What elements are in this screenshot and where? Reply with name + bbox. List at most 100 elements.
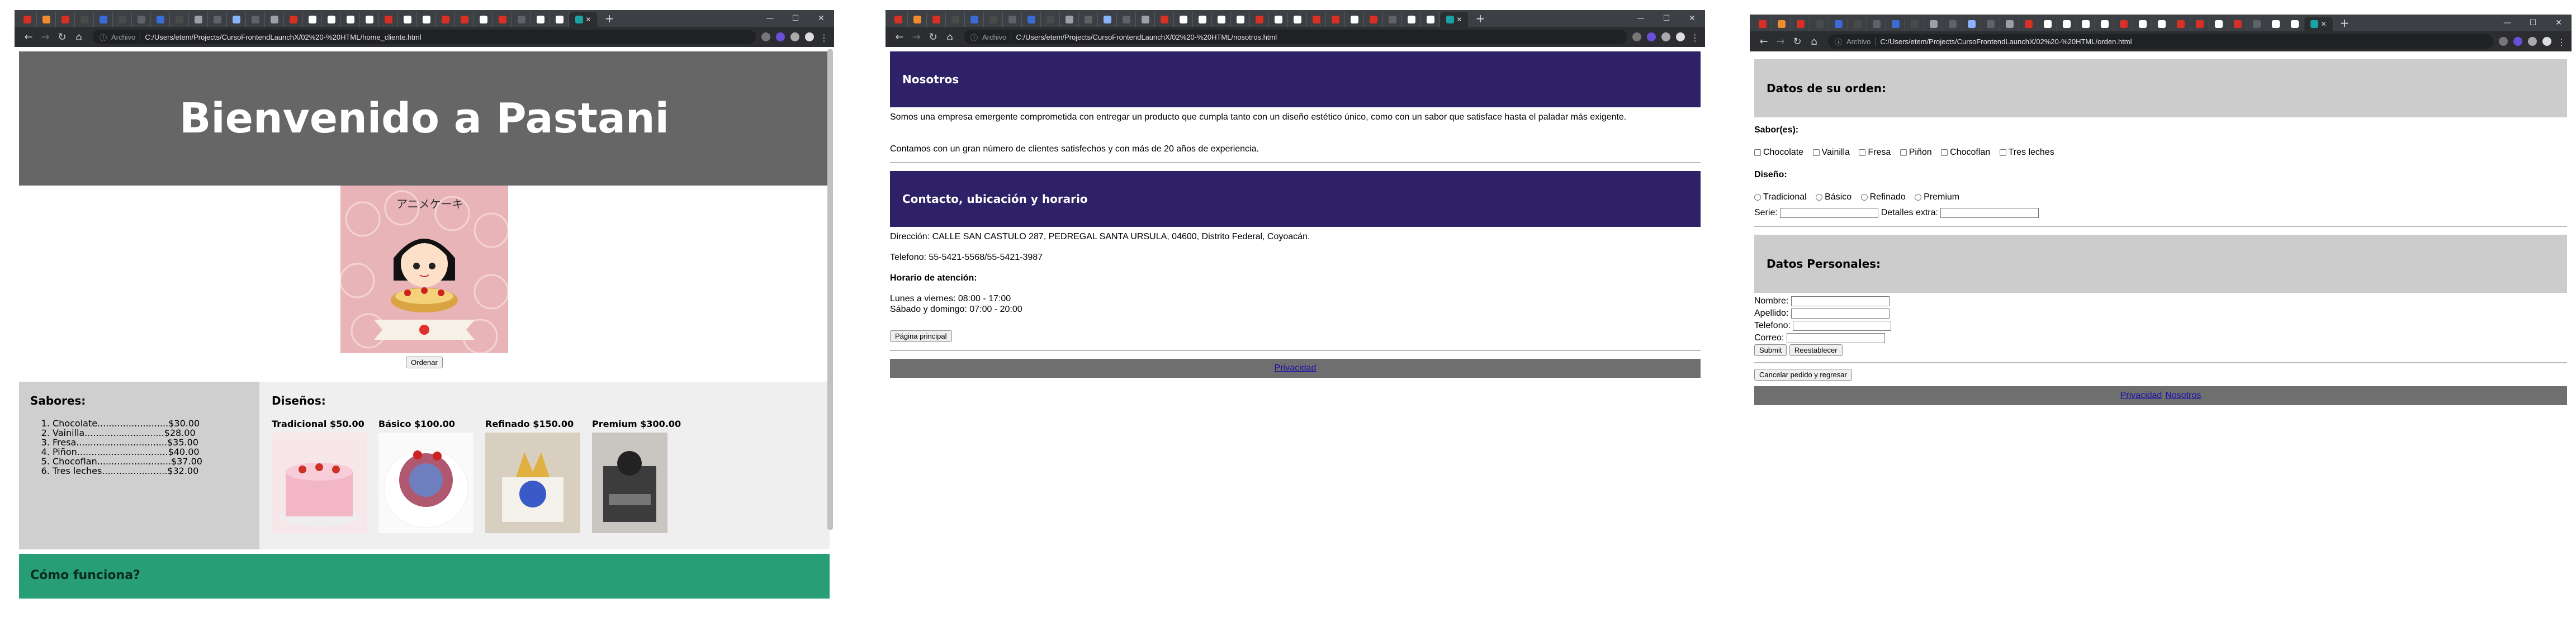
browser-tab[interactable] [455,12,474,27]
browser-tab[interactable] [2019,17,2038,31]
minimize-button[interactable]: — [757,10,783,27]
apellido-input[interactable] [1791,308,1890,319]
browser-tab[interactable] [284,12,303,27]
browser-tab[interactable] [113,12,132,27]
home-button[interactable]: ⌂ [1806,36,1822,48]
browser-tab[interactable] [984,12,1003,27]
browser-tab[interactable] [151,12,170,27]
browser-tab[interactable] [227,12,246,27]
browser-tab[interactable] [303,12,322,27]
browser-tab[interactable] [170,12,189,27]
privacy-link[interactable]: Privacidad [2120,391,2162,401]
tab-active[interactable]: ✕ [2304,17,2333,31]
browser-tab[interactable] [75,12,94,27]
browser-tab[interactable] [1212,12,1231,27]
fresa-checkbox[interactable] [1859,149,1866,156]
nombre-input[interactable] [1791,296,1890,306]
browser-tab[interactable] [379,12,398,27]
reset-button[interactable]: Reestablecer [1789,344,1843,357]
browser-tab[interactable] [1402,12,1421,27]
tab-close-icon[interactable]: ✕ [1456,16,1462,23]
browser-tab[interactable] [56,12,75,27]
serie-input[interactable] [1780,208,1879,218]
browser-tab[interactable] [1079,12,1098,27]
order-button[interactable]: Ordenar [406,357,443,368]
browser-tab[interactable] [1326,12,1345,27]
browser-tab[interactable] [1848,17,1867,31]
browser-tab[interactable] [1117,12,1136,27]
maximize-button[interactable]: ☐ [2520,15,2546,31]
browser-tab[interactable] [1250,12,1269,27]
maximize-button[interactable]: ☐ [1654,10,1679,27]
browser-tab[interactable] [1174,12,1193,27]
premium-radio[interactable] [1915,193,1922,201]
browser-tab[interactable] [37,12,56,27]
browser-tab[interactable] [1003,12,1022,27]
forward-button[interactable]: → [908,31,925,43]
new-tab-button[interactable]: + [602,12,617,25]
browser-tab[interactable] [1981,17,2000,31]
browser-tab[interactable] [1060,12,1079,27]
profile-avatar[interactable] [2542,37,2551,46]
minimize-button[interactable]: — [1628,10,1654,27]
browser-tab[interactable] [908,12,927,27]
browser-tab[interactable] [436,12,455,27]
extension-icon[interactable] [1632,32,1641,41]
browser-tab[interactable] [1022,12,1041,27]
browser-tab[interactable] [322,12,341,27]
browser-tab[interactable] [2171,17,2190,31]
browser-tab[interactable] [2095,17,2114,31]
browser-tab[interactable] [132,12,151,27]
main-page-button[interactable]: Página principal [890,330,952,342]
forward-button[interactable]: → [37,31,54,43]
close-window-button[interactable]: ✕ [2546,15,2572,31]
browser-tab[interactable] [1345,12,1364,27]
browser-tab[interactable] [1269,12,1288,27]
browser-tab[interactable] [1905,17,1924,31]
reload-button[interactable]: ↻ [1789,36,1806,48]
browser-tab[interactable] [2114,17,2133,31]
browser-tab[interactable] [2076,17,2095,31]
browser-tab[interactable] [512,12,531,27]
extension-icon[interactable] [2499,37,2508,46]
info-icon[interactable]: ⓘ [100,32,107,42]
correo-input[interactable] [1786,333,1885,343]
browser-tab[interactable] [474,12,493,27]
refinado-radio[interactable] [1860,193,1868,201]
home-button[interactable]: ⌂ [70,31,87,43]
browser-tab[interactable] [1829,17,1848,31]
address-bar[interactable]: ⓘ Archivo C:/Users/etem/Projects/CursoFr… [93,30,756,44]
browser-tab[interactable] [1791,17,1810,31]
browser-tab[interactable] [946,12,965,27]
browser-tab[interactable] [2190,17,2209,31]
minimize-button[interactable]: — [2494,15,2520,31]
browser-tab[interactable] [1383,12,1402,27]
menu-icon[interactable]: ⋮ [2557,37,2566,48]
browser-tab[interactable] [1098,12,1117,27]
browser-tab[interactable] [2133,17,2152,31]
menu-icon[interactable]: ⋮ [820,32,828,43]
browser-tab[interactable] [2000,17,2019,31]
browser-tab[interactable] [927,12,946,27]
tab-active[interactable]: ✕ [1440,12,1469,27]
back-button[interactable]: ← [20,31,37,43]
browser-tab[interactable] [2057,17,2076,31]
browser-tab[interactable] [1810,17,1829,31]
close-window-button[interactable]: ✕ [808,10,834,27]
browser-tab[interactable] [1136,12,1155,27]
extension-icon[interactable] [761,32,770,41]
vainilla-checkbox[interactable] [1812,149,1820,156]
cancel-order-button[interactable]: Cancelar pedido y regresar [1754,369,1852,381]
browser-tab[interactable] [2152,17,2171,31]
browser-tab[interactable] [1886,17,1905,31]
browser-tab[interactable] [965,12,984,27]
browser-tab[interactable] [265,12,284,27]
extension-icon[interactable] [2513,37,2522,46]
browser-tab[interactable] [2247,17,2266,31]
tres-leches-checkbox[interactable] [1999,149,2006,156]
browser-tab[interactable] [2266,17,2285,31]
browser-tab[interactable] [1924,17,1943,31]
extension-icon[interactable] [1647,32,1656,41]
maximize-button[interactable]: ☐ [783,10,808,27]
browser-tab[interactable] [18,12,37,27]
